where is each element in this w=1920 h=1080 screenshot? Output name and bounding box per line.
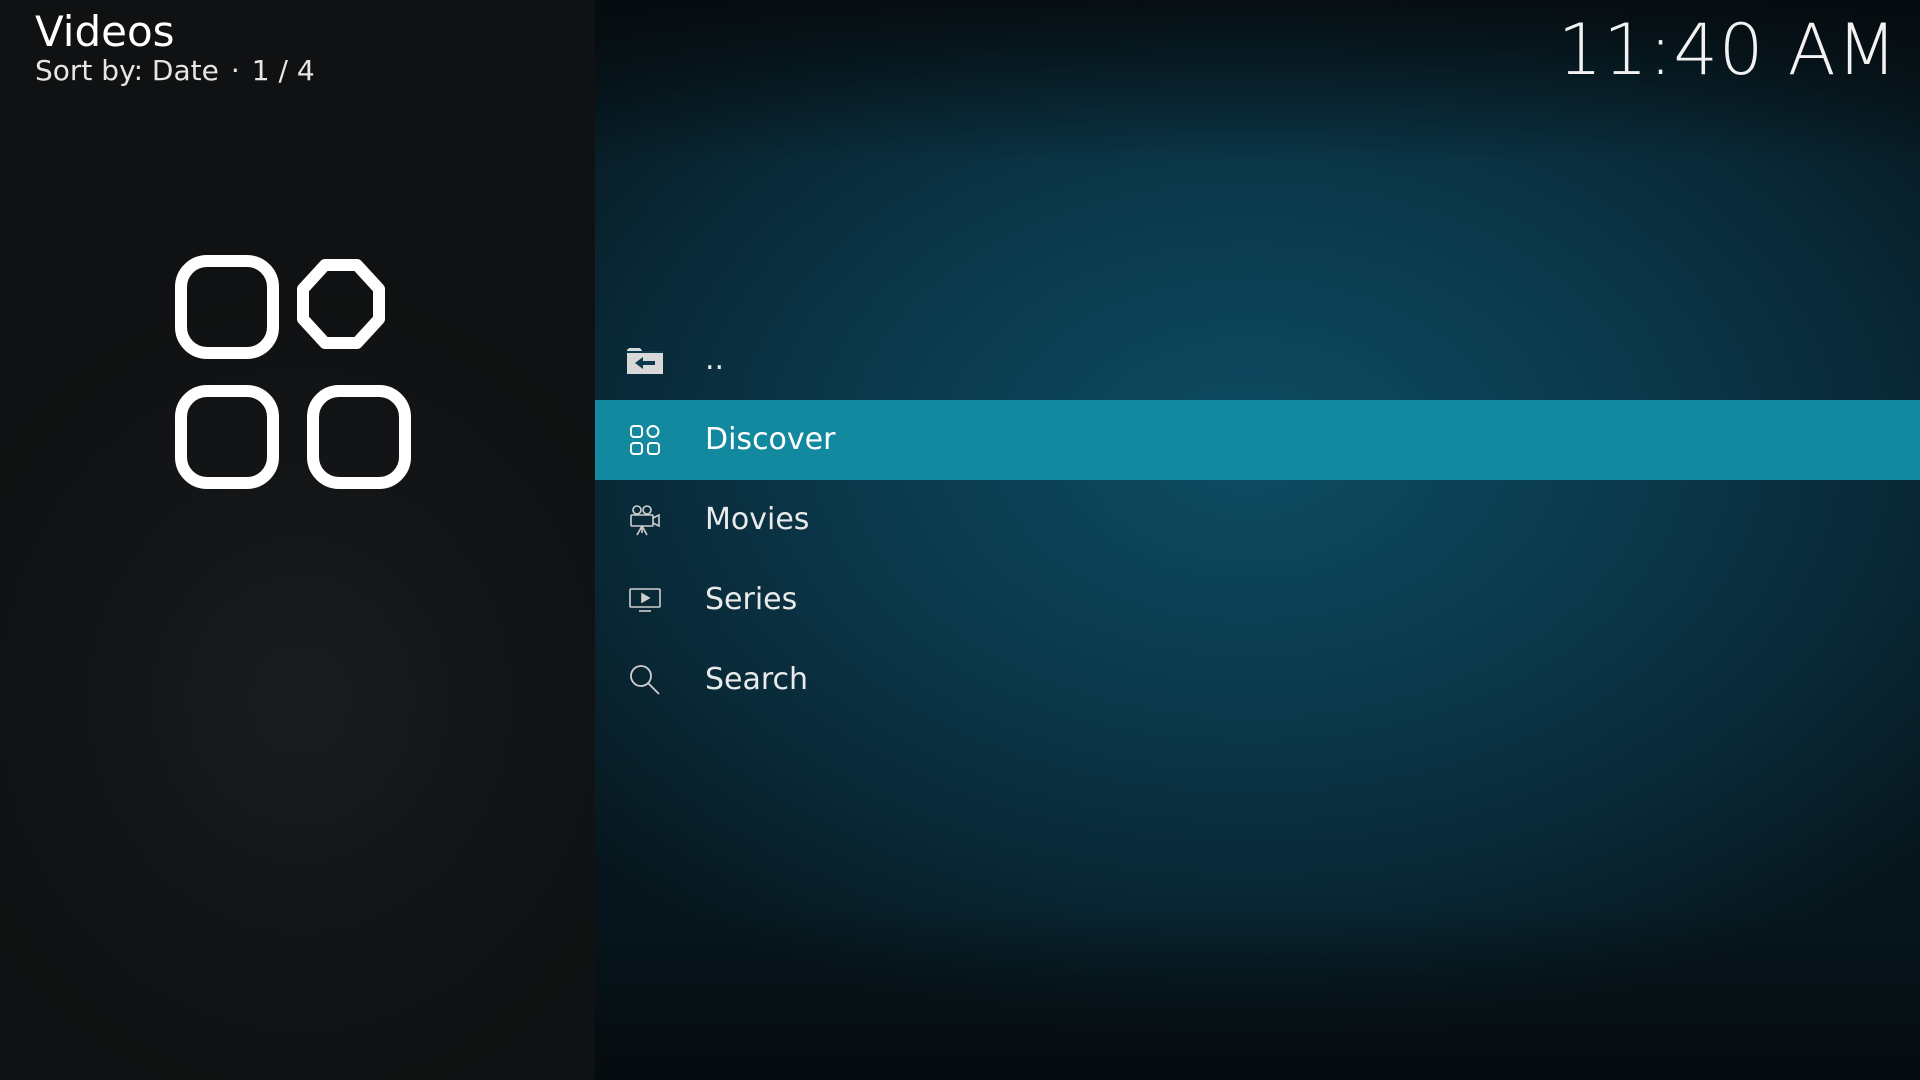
sort-info: Sort by: Date · 1 / 4 <box>35 54 315 88</box>
kodi-videos-screen: Videos Sort by: Date · 1 / 4 11:40 AM .. <box>0 0 1920 1080</box>
search-icon <box>625 660 665 700</box>
movie-camera-icon <box>625 500 665 540</box>
list-item-movies[interactable]: Movies <box>595 480 1920 560</box>
list-item-label: Series <box>705 582 798 617</box>
sort-label[interactable]: Sort by: Date <box>35 54 219 87</box>
list-item-search[interactable]: Search <box>595 640 1920 720</box>
info-panel <box>0 0 595 1080</box>
tv-play-icon <box>625 580 665 620</box>
list-item-label: Discover <box>705 422 836 457</box>
item-position: 1 / 4 <box>251 54 315 87</box>
list-item-series[interactable]: Series <box>595 560 1920 640</box>
list-item-discover[interactable]: Discover <box>595 400 1920 480</box>
discover-grid-icon <box>625 420 665 460</box>
bottom-shade <box>595 910 1920 1080</box>
list-item-parent[interactable]: .. <box>595 320 1920 400</box>
discover-grid-icon <box>175 255 415 495</box>
clock: 11:40 AM <box>1557 9 1898 91</box>
list-item-label: Movies <box>705 502 810 537</box>
separator: · <box>230 54 240 87</box>
list-item-label: .. <box>705 342 725 377</box>
page-title: Videos <box>35 7 175 56</box>
menu-list: .. Discover Movies Series Search <box>595 320 1920 720</box>
folder-back-icon <box>625 340 665 380</box>
list-item-label: Search <box>705 662 809 697</box>
